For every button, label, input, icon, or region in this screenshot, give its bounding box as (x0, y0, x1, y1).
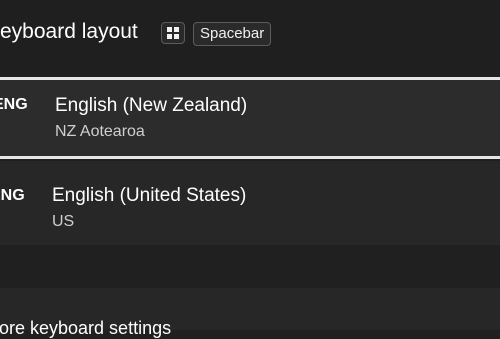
keyboard-name: US (52, 213, 75, 230)
flyout-footer: More keyboard settings (0, 288, 500, 338)
flyout-header: Keyboard layout Spacebar (0, 0, 500, 76)
keyboard-layout-title: Keyboard layout (0, 20, 138, 43)
windows-key-icon (161, 22, 185, 44)
more-keyboard-settings-link[interactable]: More keyboard settings (0, 318, 171, 339)
spacebar-key-badge: Spacebar (193, 22, 272, 46)
language-code: ENG (0, 96, 28, 113)
language-code: ENG (0, 187, 25, 204)
language-name: English (New Zealand) (55, 95, 248, 116)
keyboard-name: NZ Aotearoa (55, 123, 145, 140)
layout-item-english-united-states[interactable]: ENG English (United States) US (0, 161, 500, 245)
language-name: English (United States) (52, 185, 247, 206)
layout-item-english-new-zealand[interactable]: ENG English (New Zealand) NZ Aotearoa (0, 77, 500, 159)
